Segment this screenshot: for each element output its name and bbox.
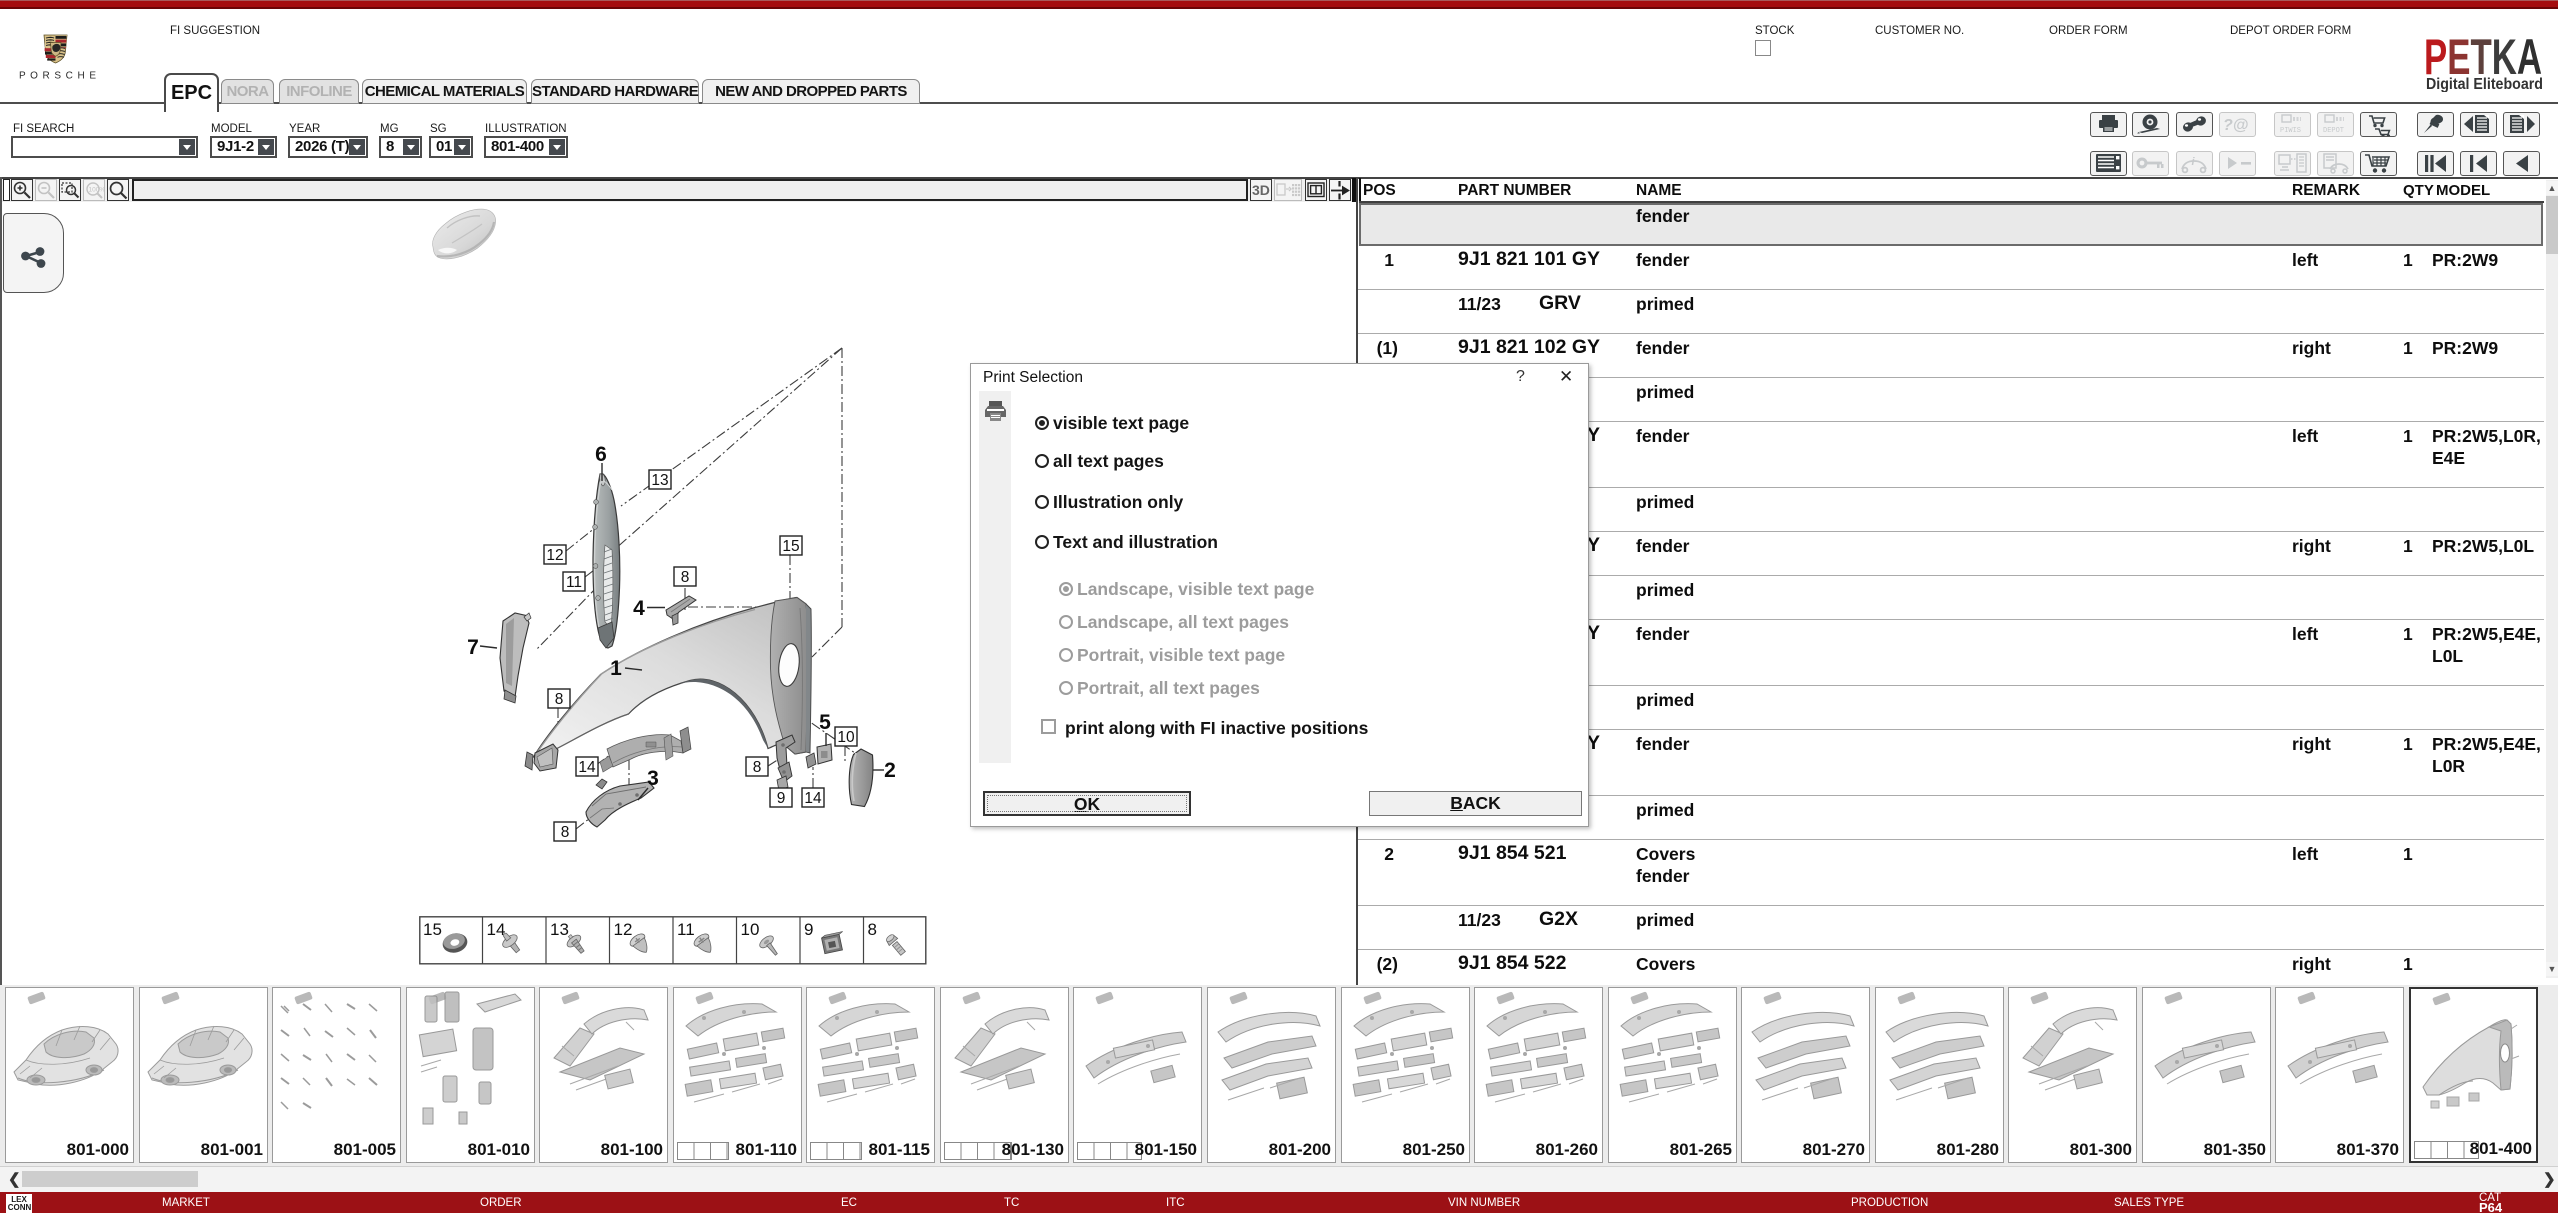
svg-text:3D: 3D bbox=[1252, 182, 1270, 198]
svg-text:5: 5 bbox=[819, 711, 831, 734]
svg-text:100%: 100% bbox=[89, 187, 105, 194]
svg-text:9: 9 bbox=[777, 790, 786, 807]
svg-text:8: 8 bbox=[681, 569, 690, 586]
svg-text:14: 14 bbox=[487, 920, 506, 939]
svg-text:13: 13 bbox=[651, 472, 668, 489]
svg-text:10: 10 bbox=[741, 920, 760, 939]
svg-text:11: 11 bbox=[677, 920, 695, 939]
svg-text:2: 2 bbox=[884, 759, 896, 782]
svg-text:PIWIS: PIWIS bbox=[2280, 127, 2301, 135]
svg-text:15: 15 bbox=[782, 538, 799, 555]
svg-text:15: 15 bbox=[423, 920, 442, 939]
svg-text:7: 7 bbox=[467, 636, 479, 659]
svg-text:8: 8 bbox=[561, 824, 570, 841]
svg-text:P O R S C H E: P O R S C H E bbox=[19, 71, 96, 81]
svg-text:i: i bbox=[2192, 156, 2196, 168]
svg-text:8: 8 bbox=[555, 691, 564, 708]
svg-text:1: 1 bbox=[610, 657, 622, 680]
svg-text:?@: ?@ bbox=[2223, 117, 2248, 134]
svg-text:13: 13 bbox=[550, 920, 569, 939]
svg-text:12: 12 bbox=[614, 920, 633, 939]
svg-text:10: 10 bbox=[837, 729, 855, 746]
svg-text:8: 8 bbox=[753, 759, 762, 776]
svg-text:DEPOT: DEPOT bbox=[2323, 127, 2344, 135]
svg-text:4: 4 bbox=[633, 597, 645, 620]
svg-text:9: 9 bbox=[804, 920, 813, 939]
svg-text:12: 12 bbox=[546, 547, 563, 564]
svg-text:6: 6 bbox=[595, 443, 607, 466]
svg-text:11: 11 bbox=[566, 574, 582, 591]
svg-text:8: 8 bbox=[868, 920, 877, 939]
svg-text:14: 14 bbox=[578, 759, 596, 776]
svg-text:Digital Eliteboard: Digital Eliteboard bbox=[2426, 76, 2543, 92]
svg-text:3: 3 bbox=[647, 767, 659, 790]
svg-text:14: 14 bbox=[804, 790, 822, 807]
